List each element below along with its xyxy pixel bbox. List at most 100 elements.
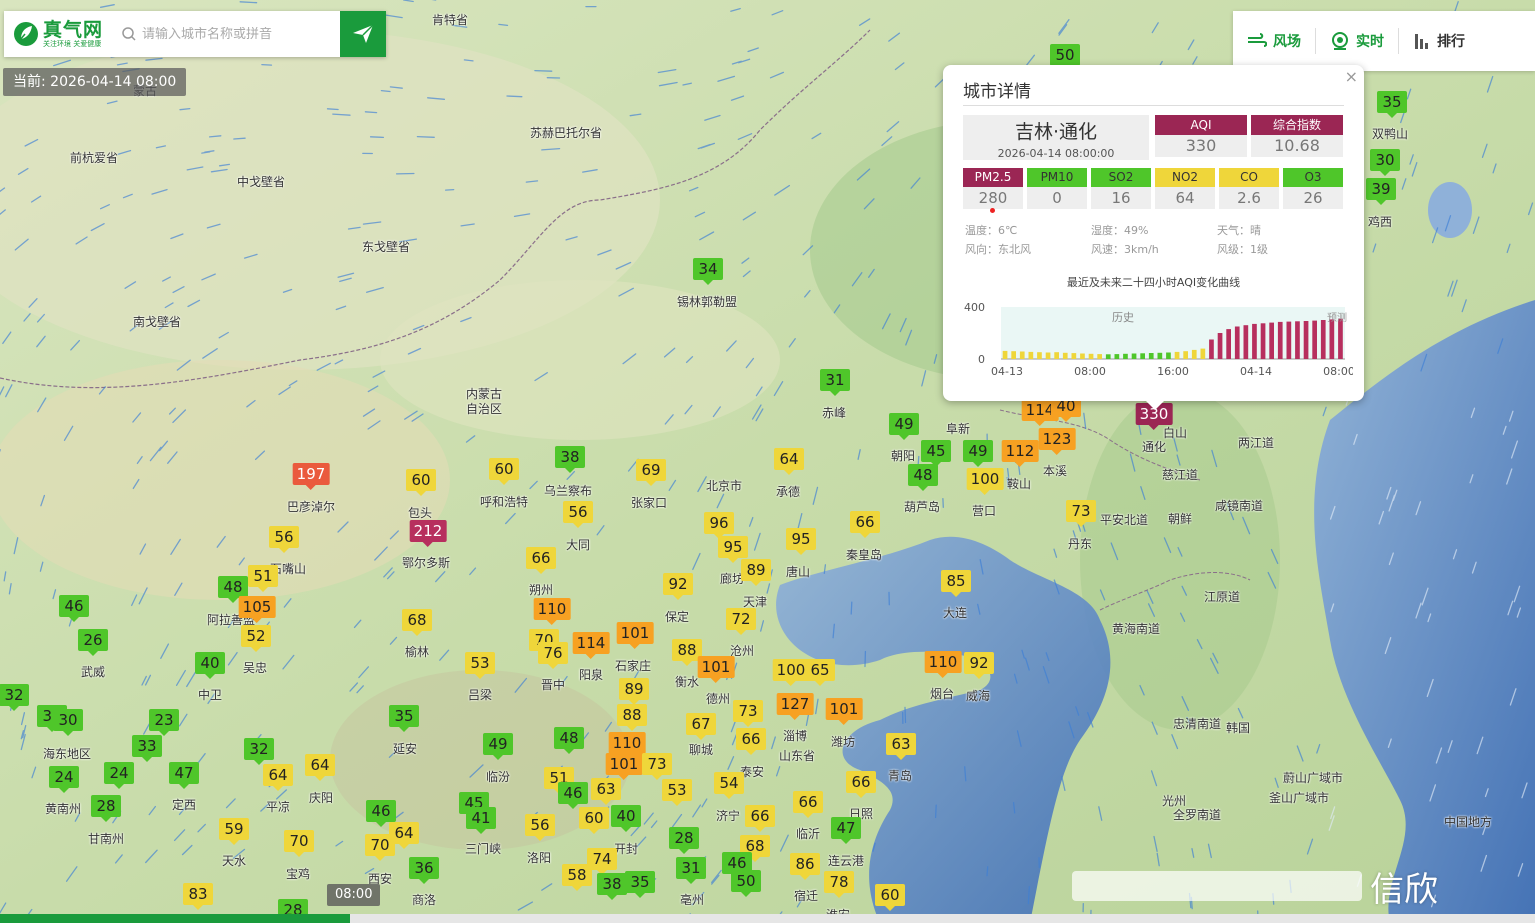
- aqi-marker[interactable]: 48: [908, 464, 938, 491]
- aqi-marker[interactable]: 40: [195, 652, 225, 679]
- aqi-marker[interactable]: 66: [846, 771, 876, 798]
- aqi-marker[interactable]: 38: [597, 873, 627, 900]
- aqi-marker[interactable]: 60: [579, 807, 609, 834]
- aqi-marker[interactable]: 49: [963, 440, 993, 467]
- aqi-marker[interactable]: 95: [786, 528, 816, 555]
- tab-realtime[interactable]: 实时: [1316, 28, 1399, 54]
- aqi-marker[interactable]: 73: [642, 753, 672, 780]
- aqi-marker[interactable]: 60: [875, 884, 905, 911]
- aqi-marker[interactable]: 66: [793, 791, 823, 818]
- aqi-marker[interactable]: 46: [366, 800, 396, 827]
- search-submit-button[interactable]: [340, 11, 386, 57]
- aqi-marker[interactable]: 101: [825, 698, 863, 725]
- aqi-marker[interactable]: 53: [662, 779, 692, 806]
- aqi-marker[interactable]: 95: [718, 536, 748, 563]
- aqi-marker[interactable]: 83: [183, 883, 213, 910]
- aqi-marker[interactable]: 101: [616, 622, 654, 649]
- aqi-marker[interactable]: 30: [1370, 149, 1400, 176]
- aqi-marker[interactable]: 50: [731, 870, 761, 897]
- timeline-slider[interactable]: [0, 914, 1535, 923]
- aqi-marker[interactable]: 24: [104, 762, 134, 789]
- aqi-marker[interactable]: 64: [263, 764, 293, 791]
- aqi-marker[interactable]: 45: [921, 440, 951, 467]
- aqi-marker[interactable]: 60: [489, 458, 519, 485]
- aqi-marker[interactable]: 64: [305, 754, 335, 781]
- aqi-marker[interactable]: 197: [292, 463, 330, 490]
- aqi-marker[interactable]: 65: [805, 659, 835, 686]
- aqi-marker[interactable]: 49: [889, 413, 919, 440]
- aqi-marker[interactable]: 73: [733, 700, 763, 727]
- aqi-marker[interactable]: 60: [406, 469, 436, 496]
- tab-wind-field[interactable]: 风场: [1233, 28, 1316, 54]
- aqi-marker[interactable]: 28: [669, 827, 699, 854]
- aqi-marker[interactable]: 88: [617, 704, 647, 731]
- aqi-marker[interactable]: 32: [0, 684, 29, 711]
- aqi-marker[interactable]: 66: [850, 511, 880, 538]
- aqi-marker[interactable]: 89: [741, 559, 771, 586]
- aqi-marker[interactable]: 34: [693, 258, 723, 285]
- aqi-marker[interactable]: 112: [1001, 440, 1039, 467]
- aqi-marker[interactable]: 46: [59, 595, 89, 622]
- aqi-marker[interactable]: 101: [605, 753, 643, 780]
- aqi-marker[interactable]: 56: [525, 814, 555, 841]
- aqi-marker[interactable]: 92: [663, 573, 693, 600]
- aqi-marker[interactable]: 53: [465, 652, 495, 679]
- aqi-marker[interactable]: 69: [636, 459, 666, 486]
- aqi-marker[interactable]: 63: [591, 778, 621, 805]
- aqi-marker[interactable]: 66: [745, 805, 775, 832]
- aqi-marker[interactable]: 48: [554, 727, 584, 754]
- aqi-marker[interactable]: 35: [1377, 91, 1407, 118]
- aqi-marker[interactable]: 101: [697, 656, 735, 683]
- aqi-marker[interactable]: 100: [772, 659, 810, 686]
- aqi-marker[interactable]: 35: [389, 705, 419, 732]
- aqi-marker[interactable]: 32: [244, 738, 274, 765]
- aqi-marker[interactable]: 76: [538, 642, 568, 669]
- aqi-marker[interactable]: 110: [608, 732, 646, 759]
- aqi-marker[interactable]: 24: [49, 766, 79, 793]
- aqi-marker[interactable]: 86: [790, 853, 820, 880]
- aqi-marker[interactable]: 58: [562, 864, 592, 891]
- aqi-marker[interactable]: 50: [1050, 44, 1080, 71]
- aqi-marker[interactable]: 39: [1366, 178, 1396, 205]
- aqi-marker[interactable]: 63: [886, 733, 916, 760]
- aqi-marker[interactable]: 110: [924, 651, 962, 678]
- aqi-marker[interactable]: 67: [686, 713, 716, 740]
- aqi-marker[interactable]: 85: [941, 570, 971, 597]
- aqi-marker[interactable]: 68: [402, 609, 432, 636]
- aqi-marker[interactable]: 114: [572, 632, 610, 659]
- aqi-marker[interactable]: 110: [533, 598, 571, 625]
- aqi-marker[interactable]: 123: [1038, 428, 1076, 455]
- aqi-marker[interactable]: 26: [78, 629, 108, 656]
- aqi-marker[interactable]: 31: [820, 369, 850, 396]
- aqi-marker[interactable]: 49: [483, 733, 513, 760]
- aqi-marker[interactable]: 92: [964, 652, 994, 679]
- aqi-marker[interactable]: 41: [466, 807, 496, 834]
- aqi-marker[interactable]: 23: [149, 709, 179, 736]
- aqi-marker[interactable]: 64: [389, 822, 419, 849]
- aqi-marker[interactable]: 100: [966, 468, 1004, 495]
- aqi-marker[interactable]: 96: [704, 512, 734, 539]
- tab-ranking[interactable]: 排行: [1399, 28, 1479, 54]
- aqi-marker[interactable]: 47: [831, 817, 861, 844]
- aqi-marker[interactable]: 36: [409, 857, 439, 884]
- aqi-marker[interactable]: 72: [726, 608, 756, 635]
- aqi-marker[interactable]: 78: [824, 871, 854, 898]
- aqi-marker[interactable]: 64: [774, 448, 804, 475]
- aqi-marker[interactable]: 73: [1066, 500, 1096, 527]
- aqi-marker[interactable]: 54: [714, 772, 744, 799]
- aqi-marker[interactable]: 47: [169, 762, 199, 789]
- aqi-marker[interactable]: 40: [611, 805, 641, 832]
- aqi-marker[interactable]: 66: [526, 547, 556, 574]
- aqi-marker[interactable]: 28: [91, 795, 121, 822]
- aqi-marker[interactable]: 89: [619, 678, 649, 705]
- close-icon[interactable]: ×: [1345, 67, 1358, 86]
- aqi-marker[interactable]: 66: [736, 728, 766, 755]
- aqi-marker[interactable]: 127: [776, 693, 814, 720]
- logo[interactable]: 真气网 关注环境 关爱健康: [4, 11, 116, 57]
- aqi-marker[interactable]: 33: [132, 735, 162, 762]
- aqi-marker[interactable]: 51: [248, 565, 278, 592]
- aqi-marker[interactable]: 46: [558, 782, 588, 809]
- aqi-marker[interactable]: 70: [284, 830, 314, 857]
- aqi-marker[interactable]: 31: [676, 857, 706, 884]
- aqi-marker[interactable]: 56: [269, 526, 299, 553]
